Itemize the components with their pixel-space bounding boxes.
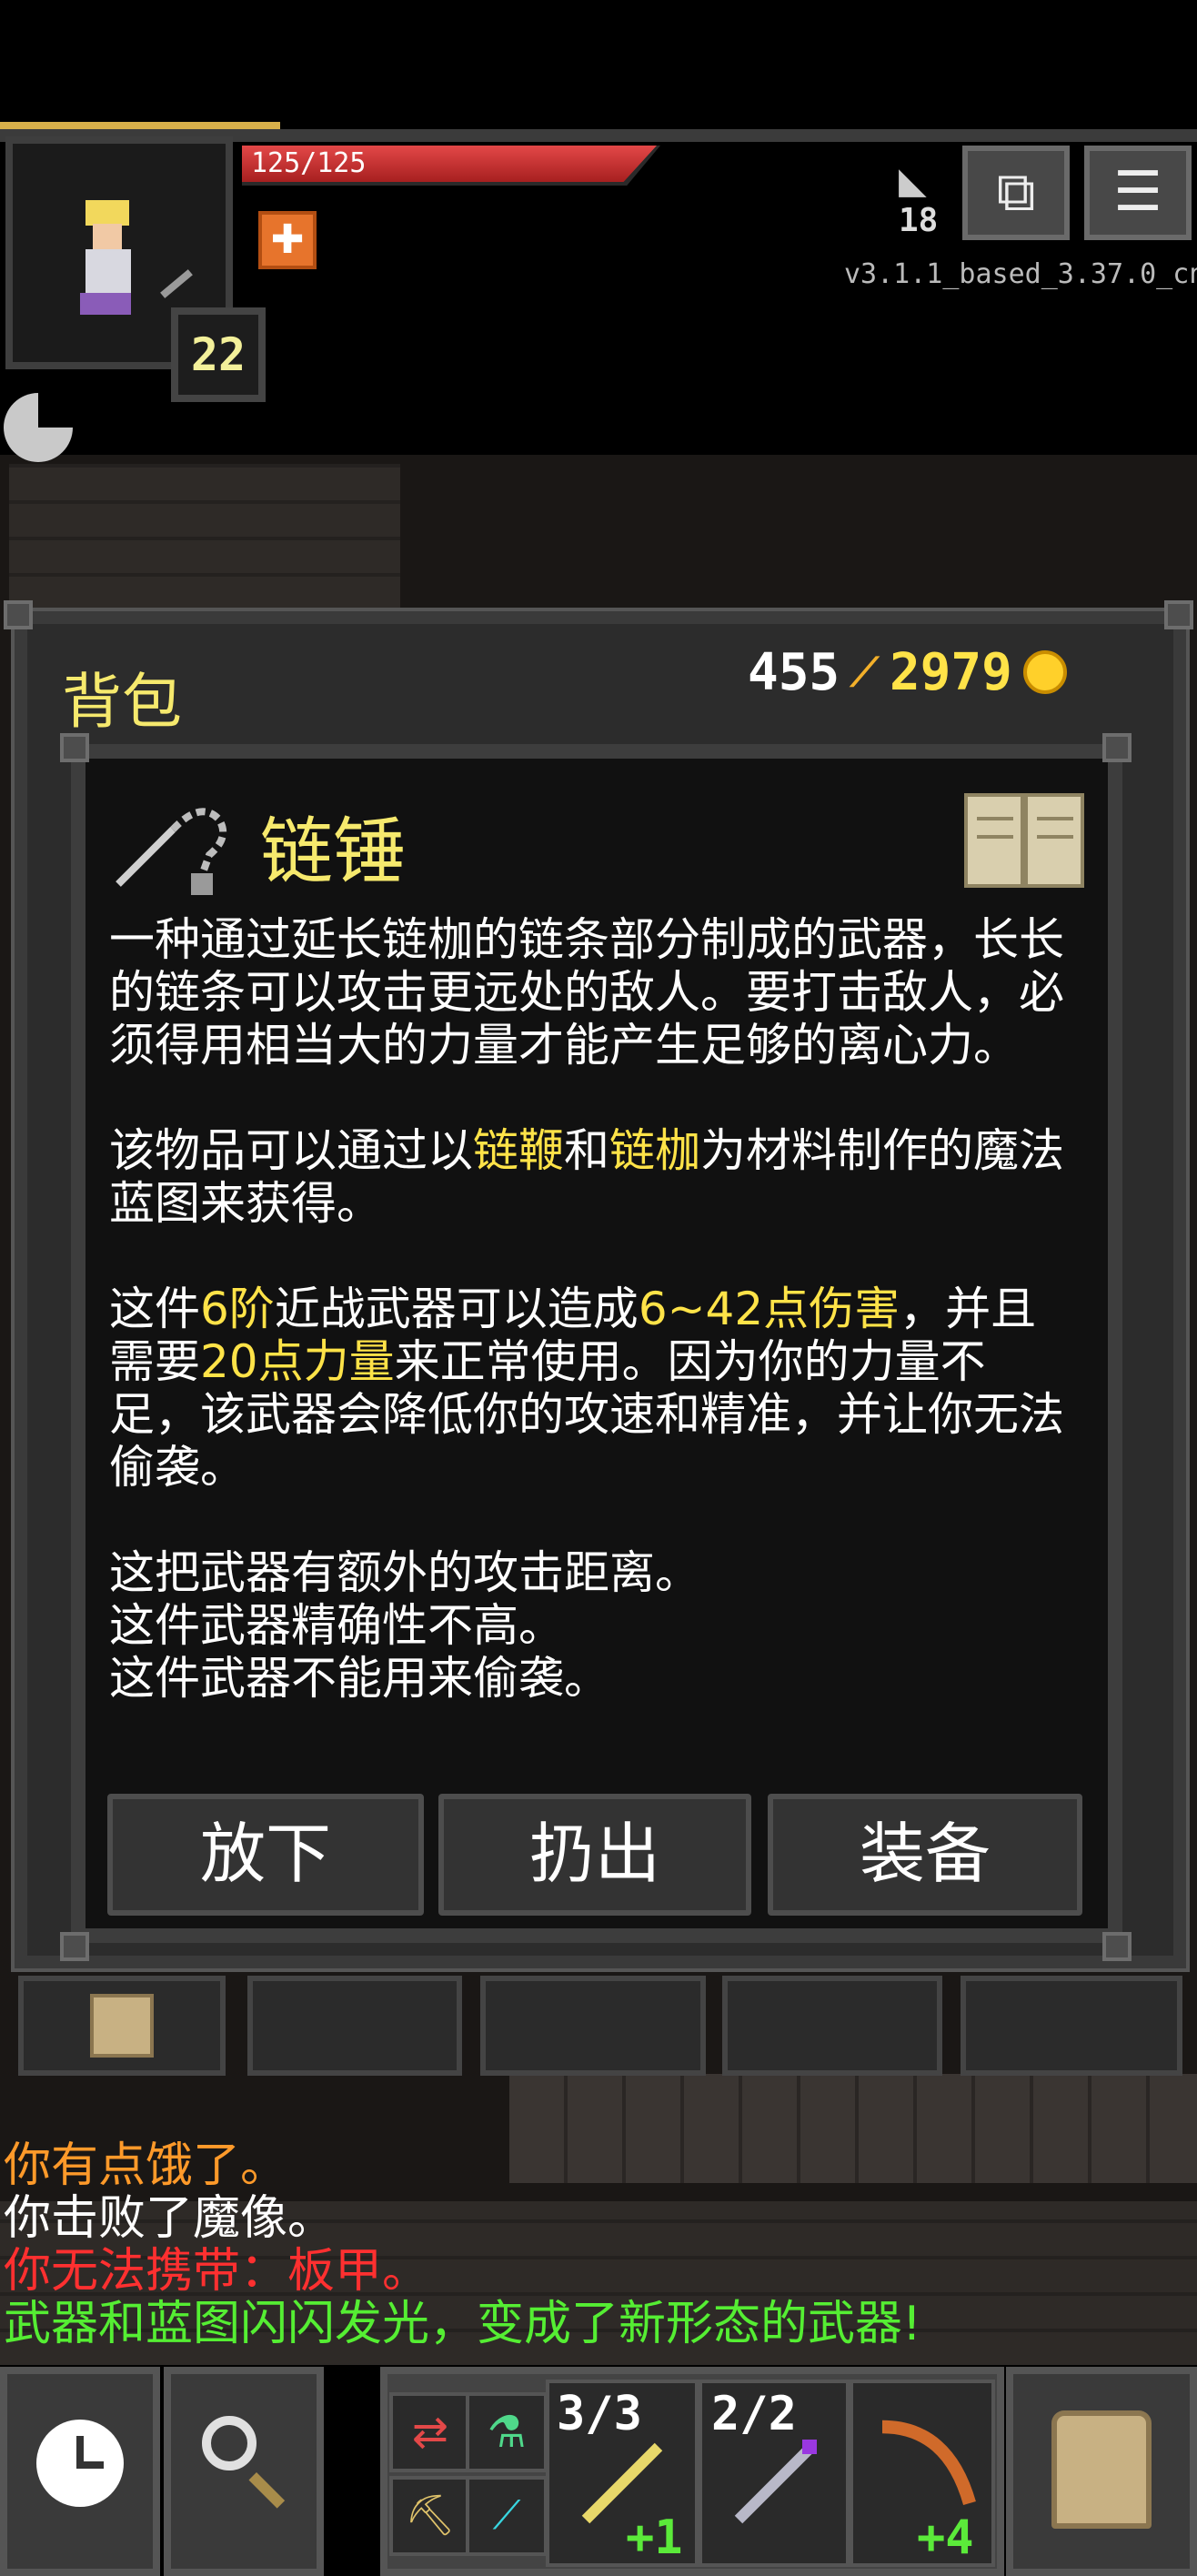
bag-tab[interactable]	[961, 1976, 1182, 2076]
depth-number: 18	[899, 202, 939, 239]
bag-tab[interactable]	[18, 1976, 226, 2076]
xp-bar	[0, 122, 280, 129]
chain-hammer-icon	[116, 808, 227, 895]
gold-coin-icon	[1022, 650, 1067, 694]
quickslot-1[interactable]: 3/3 +1	[546, 2380, 699, 2567]
throw-button[interactable]: 扔出	[438, 1794, 751, 1916]
dialog-corner	[1102, 733, 1132, 762]
catalog-book-icon[interactable]	[962, 786, 1086, 891]
buff-icon[interactable]: ✚	[258, 211, 317, 269]
menu-button[interactable]: ☰	[1084, 146, 1192, 240]
gold-count: 2979	[889, 642, 1012, 702]
game-log: 你有点饿了。 你击败了魔像。 你无法携带：板甲。 武器和蓝图闪闪发光，变成了新形…	[4, 2139, 921, 2350]
description-trait: 这件武器不能用来偷袭。	[109, 1652, 609, 1705]
flask-icon: ⚗	[487, 2407, 527, 2458]
log-line: 你无法携带：板甲。	[4, 2244, 430, 2299]
item-name: 链锤	[260, 810, 406, 894]
dialog-corner	[60, 1932, 89, 1961]
item-description: 一种通过延长链枷的链条部分制成的武器，长长的链条可以攻击更远处的敌人。要打击敌人…	[109, 913, 1073, 1705]
backpack-icon	[1051, 2410, 1152, 2529]
window-corner	[1164, 600, 1193, 629]
pickaxe-quickslot[interactable]: ⛏	[389, 2476, 471, 2556]
energy-icon: ⟋	[850, 649, 879, 696]
depth-stairs-icon: ◣	[899, 160, 927, 202]
quickslot-2[interactable]: 2/2	[699, 2380, 850, 2567]
bag-tab[interactable]	[247, 1976, 462, 2076]
backpack-button[interactable]	[1006, 2367, 1197, 2576]
bag-tab[interactable]	[480, 1976, 706, 2076]
journal-button[interactable]: ⧉	[962, 146, 1070, 240]
description-trait: 这把武器有额外的攻击距离。	[109, 1546, 700, 1599]
pickaxe-icon: ⛏	[405, 2492, 456, 2539]
log-line: 武器和蓝图闪闪发光，变成了新形态的武器!	[4, 2297, 921, 2351]
potion-quickslot[interactable]: ⚗	[466, 2392, 548, 2472]
upgrade-level-text: +1	[626, 2511, 683, 2565]
bow-icon	[881, 2420, 976, 2506]
energy-count: 455	[748, 642, 840, 702]
clock-icon	[36, 2420, 124, 2507]
hp-text: 125/125	[251, 147, 367, 179]
backpack-icon	[90, 1994, 154, 2058]
upgrade-level-text: +4	[917, 2511, 974, 2565]
description-lore: 一种通过延长链枷的链条部分制成的武器，长长的链条可以攻击更远处的敌人。要打击敌人…	[109, 913, 1064, 1072]
search-button[interactable]	[164, 2367, 324, 2576]
inventory-title: 背包	[62, 667, 182, 737]
description-trait: 这件武器精确性不高。	[109, 1599, 564, 1652]
drop-button[interactable]: 放下	[107, 1794, 424, 1916]
log-line: 你有点饿了。	[4, 2138, 288, 2193]
busy-indicator-icon	[4, 393, 73, 462]
log-line: 你击败了魔像。	[4, 2191, 336, 2246]
wand-icon: ⟋	[492, 2492, 521, 2539]
magnifier-icon	[202, 2416, 286, 2509]
currency-row: 455 ⟋ 2979	[748, 640, 1067, 704]
wand-icon	[734, 2440, 817, 2524]
charges-text: 2/2	[711, 2387, 797, 2441]
bag-tab[interactable]	[722, 1976, 942, 2076]
charges-text: 3/3	[557, 2387, 642, 2441]
version-text: v3.1.1_based_3.37.0_cn	[844, 258, 1197, 290]
hero-level: 22	[171, 307, 266, 402]
dialog-corner	[60, 733, 89, 762]
wand-quickslot[interactable]: ⟋	[466, 2476, 548, 2556]
description-recipe: 该物品可以通过以链鞭和链枷为材料制作的魔法蓝图来获得。	[109, 1124, 1064, 1230]
swap-quickslot[interactable]: ⇄	[389, 2392, 471, 2472]
equip-button[interactable]: 装备	[768, 1794, 1082, 1916]
window-corner	[4, 600, 33, 629]
quickslot-3[interactable]: +4	[850, 2380, 995, 2567]
dungeon-wall	[9, 464, 400, 609]
swap-icon: ⇄	[411, 2407, 449, 2458]
journal-icon: ⧉	[996, 160, 1036, 224]
menu-icon: ☰	[1113, 160, 1162, 224]
dialog-corner	[1102, 1932, 1132, 1961]
description-stats: 这件6阶近战武器可以造成6~42点伤害，并且需要20点力量来正常使用。因为你的力…	[109, 1283, 1064, 1494]
wait-button[interactable]	[0, 2367, 160, 2576]
